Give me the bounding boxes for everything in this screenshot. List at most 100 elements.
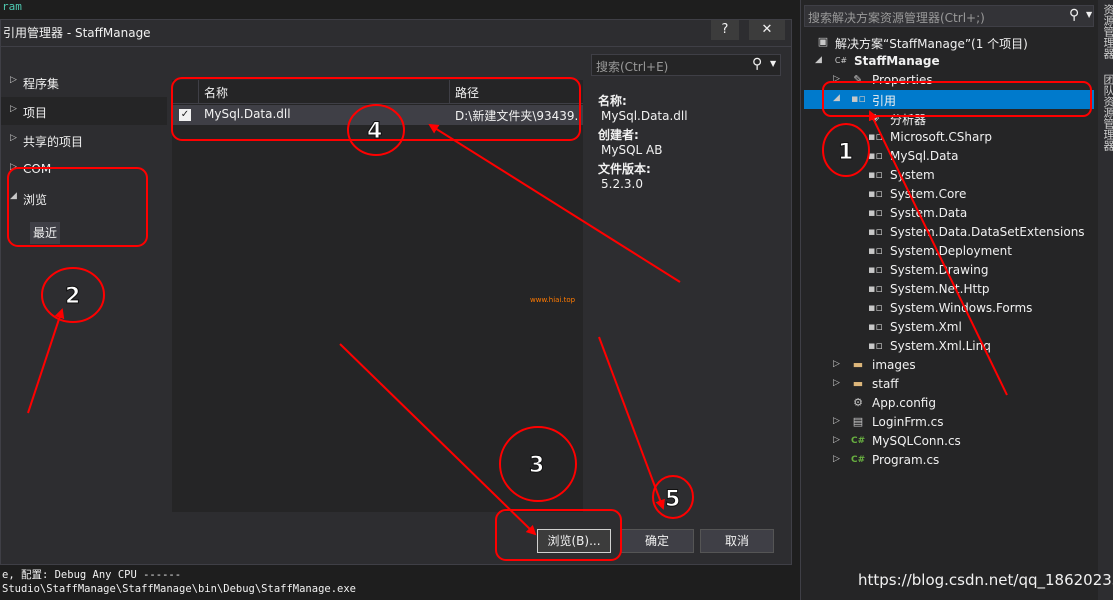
search-icon[interactable]: ⚲ xyxy=(752,56,762,72)
detail-name-value: MySql.Data.dll xyxy=(601,109,688,123)
reference-icon: ▪▫ xyxy=(868,187,883,200)
tree-item-reference[interactable]: ▪▫ System.Deployment xyxy=(804,242,1094,261)
expand-arrow-icon[interactable]: ▷ xyxy=(833,74,840,84)
tree-item-reference[interactable]: ▪▫ System.Data xyxy=(804,204,1094,223)
config-file-icon: ⚙ xyxy=(853,396,863,409)
dropdown-arrow-icon[interactable]: ▼ xyxy=(770,59,776,68)
reference-icon: ▪▫ xyxy=(868,282,883,295)
column-separator[interactable] xyxy=(449,80,450,104)
tree-item-program[interactable]: ▷ C# Program.cs xyxy=(804,451,1094,470)
output-line: Studio\StaffManage\StaffManage\bin\Debug… xyxy=(2,583,357,595)
solution-icon: ▣ xyxy=(817,35,829,48)
nav-item-browse[interactable]: ◢ 浏览 xyxy=(1,184,167,212)
column-separator[interactable] xyxy=(198,80,199,104)
code-fragment: ram xyxy=(2,0,22,13)
references-icon: ▪▫ xyxy=(851,92,866,105)
expand-arrow-icon: ▷ xyxy=(10,162,17,172)
reference-checkbox[interactable]: ✓ xyxy=(179,109,191,121)
ok-button[interactable]: 确定 xyxy=(620,529,694,553)
tree-item-label: System.Xml.Linq xyxy=(890,339,991,353)
nav-item-assemblies[interactable]: ▷ 程序集 xyxy=(1,68,167,96)
tree-item-label: System xyxy=(890,168,935,182)
tree-item-properties[interactable]: ▷ ✎ Properties xyxy=(804,71,1094,90)
folder-icon: ▬ xyxy=(852,377,864,390)
reference-icon: ▪▫ xyxy=(868,225,883,238)
reference-icon: ▪▫ xyxy=(868,130,883,143)
tree-item-references[interactable]: ◢ ▪▫ 引用 xyxy=(804,90,1094,109)
detail-name-label: 名称: xyxy=(598,94,627,108)
tree-item-label: System.Windows.Forms xyxy=(890,301,1033,315)
reference-search-input[interactable]: 搜索(Ctrl+E) ⚲ ▼ xyxy=(591,54,781,76)
reference-path: D:\新建文件夹\93439... xyxy=(455,109,581,123)
dialog-divider xyxy=(1,46,791,47)
reference-details: 名称: MySql.Data.dll 创建者: MySQL AB 文件版本: 5… xyxy=(591,82,787,518)
tree-item-reference[interactable]: ▪▫ System.Xml.Linq xyxy=(804,337,1094,356)
search-placeholder: 搜索解决方案资源管理器(Ctrl+;) xyxy=(808,11,985,25)
cancel-button[interactable]: 取消 xyxy=(700,529,774,553)
reference-icon: ▪▫ xyxy=(868,149,883,162)
tree-item-reference[interactable]: ▪▫ System.Core xyxy=(804,185,1094,204)
tree-item-label: 引用 xyxy=(872,94,897,108)
tree-item-reference[interactable]: ▪▫ Microsoft.CSharp xyxy=(804,128,1094,147)
tree-item-app-config[interactable]: ⚙ App.config xyxy=(804,394,1094,413)
tree-item-reference[interactable]: ▪▫ MySql.Data xyxy=(804,147,1094,166)
search-placeholder: 搜索(Ctrl+E) xyxy=(596,60,669,74)
reference-name: MySql.Data.dll xyxy=(204,107,291,121)
output-pane: e, 配置: Debug Any CPU ------ Studio\Staff… xyxy=(0,564,800,600)
expand-arrow-icon[interactable]: ▷ xyxy=(833,416,840,426)
tree-item-project[interactable]: ◢ C# StaffManage xyxy=(804,52,1094,71)
tree-item-reference[interactable]: ▪▫ System.Data.DataSetExtensions xyxy=(804,223,1094,242)
watermark-csdn: https://blog.csdn.net/qq_18620233 xyxy=(858,571,1113,589)
tree-item-mysqlconn[interactable]: ▷ C# MySQLConn.cs xyxy=(804,432,1094,451)
detail-creator-value: MySQL AB xyxy=(601,143,663,157)
tree-item-solution[interactable]: ▣ 解决方案“StaffManage”(1 个项目) xyxy=(804,33,1094,52)
help-button[interactable]: ? xyxy=(711,20,739,40)
reference-row[interactable]: ✓ MySql.Data.dll D:\新建文件夹\93439... xyxy=(172,105,583,125)
collapse-arrow-icon[interactable]: ◢ xyxy=(815,55,822,65)
tree-item-folder-staff[interactable]: ▷ ▬ staff xyxy=(804,375,1094,394)
nav-item-shared-projects[interactable]: ▷ 共享的项目 xyxy=(1,126,167,154)
expand-arrow-icon[interactable]: ▷ xyxy=(833,359,840,369)
reference-icon: ▪▫ xyxy=(868,206,883,219)
tree-item-label: System.Deployment xyxy=(890,244,1012,258)
close-button[interactable]: ✕ xyxy=(749,20,785,40)
expand-arrow-icon[interactable]: ▷ xyxy=(833,378,840,388)
tree-item-loginfrm[interactable]: ▷ ▤ LoginFrm.cs xyxy=(804,413,1094,432)
nav-item-com[interactable]: ▷ COM xyxy=(1,155,167,183)
nav-item-recent[interactable]: 最近 xyxy=(30,222,60,244)
nav-item-projects[interactable]: ▷ 项目 xyxy=(1,97,167,125)
tree-item-reference[interactable]: ▪▫ System.Xml xyxy=(804,318,1094,337)
reference-icon: ▪▫ xyxy=(868,320,883,333)
nav-item-label: 共享的项目 xyxy=(23,135,84,149)
reference-icon: ▪▫ xyxy=(868,339,883,352)
tree-item-reference[interactable]: ▪▫ System.Windows.Forms xyxy=(804,299,1094,318)
tree-item-label: System.Net.Http xyxy=(890,282,990,296)
dropdown-arrow-icon[interactable]: ▼ xyxy=(1086,10,1092,19)
tree-item-label: MySql.Data xyxy=(890,149,959,163)
column-header-name[interactable]: 名称 xyxy=(204,84,228,101)
side-tab-team-explorer[interactable]: 团队资源管理器 xyxy=(1100,74,1113,151)
form-icon: ▤ xyxy=(852,415,864,428)
expand-arrow-icon[interactable]: ▷ xyxy=(833,454,840,464)
output-line: e, 配置: Debug Any CPU ------ xyxy=(2,569,182,581)
tree-item-folder-images[interactable]: ▷ ▬ images xyxy=(804,356,1094,375)
browse-button[interactable]: 浏览(B)... xyxy=(537,529,611,553)
tree-item-reference[interactable]: ▪▫ System.Net.Http xyxy=(804,280,1094,299)
csharp-file-icon: C# xyxy=(851,455,866,465)
side-tab-strip: 资源管理器 团队资源管理器 xyxy=(1098,0,1113,600)
expand-arrow-icon[interactable]: ▷ xyxy=(833,435,840,445)
tree-item-reference[interactable]: ▪▫ System.Drawing xyxy=(804,261,1094,280)
tree-item-label: System.Core xyxy=(890,187,967,201)
dialog-titlebar[interactable]: 引用管理器 - StaffManage ? ✕ xyxy=(1,20,791,44)
expand-arrow-icon: ▷ xyxy=(10,104,17,114)
column-header-path[interactable]: 路径 xyxy=(455,84,479,101)
search-icon[interactable]: ⚲ xyxy=(1069,7,1079,23)
solution-search-input[interactable]: 搜索解决方案资源管理器(Ctrl+;) ⚲ ▼ xyxy=(804,5,1094,27)
tree-item-label: System.Drawing xyxy=(890,263,989,277)
expand-arrow-icon: ▷ xyxy=(10,75,17,85)
collapse-arrow-icon[interactable]: ◢ xyxy=(833,93,840,103)
tree-item-analyzers[interactable]: ◈ 分析器 xyxy=(804,109,1094,128)
tree-item-label: System.Data.DataSetExtensions xyxy=(890,225,1085,239)
side-tab-solution-explorer[interactable]: 资源管理器 xyxy=(1100,4,1113,59)
tree-item-reference[interactable]: ▪▫ System xyxy=(804,166,1094,185)
